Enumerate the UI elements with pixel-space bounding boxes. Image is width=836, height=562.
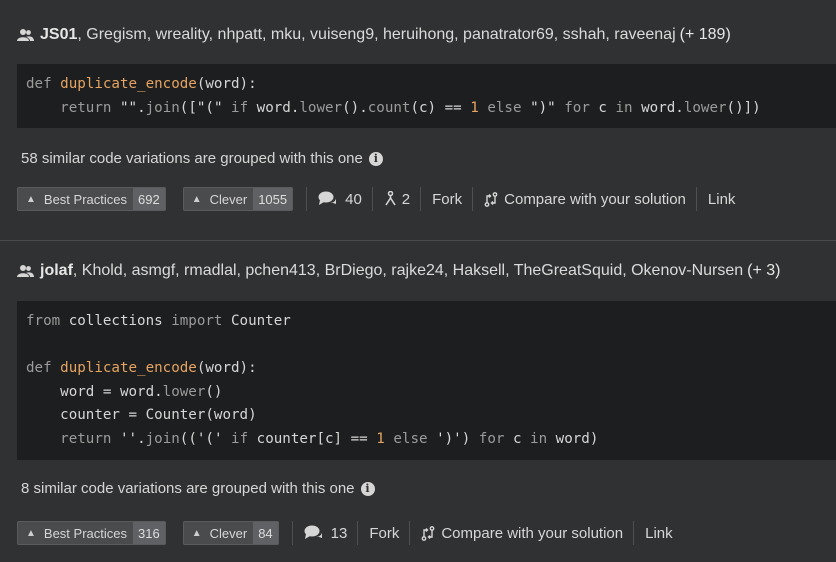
permalink[interactable]: Link	[708, 191, 736, 208]
info-icon[interactable]: i	[360, 481, 375, 496]
users-icon	[17, 264, 34, 278]
compare-icon	[421, 525, 435, 541]
solution-authors: JS01 , Gregism, wreality, nhpatt, mku, v…	[17, 20, 836, 50]
compare-label: Compare with your solution	[504, 190, 686, 208]
fork-link[interactable]: Fork	[369, 525, 399, 542]
variations-text: 8 similar code variations are grouped wi…	[21, 480, 355, 497]
other-authors: , Gregism, wreality, nhpatt, mku, vuisen…	[77, 26, 676, 43]
best-practices-label: Best Practices	[43, 525, 127, 541]
fork-icon	[385, 191, 396, 206]
comments-count: 13	[330, 524, 348, 542]
caret-up-icon: ▲	[26, 527, 36, 539]
divider	[420, 187, 422, 211]
code-block: def duplicate_encode(word): return "".jo…	[17, 64, 836, 128]
users-icon	[17, 28, 34, 42]
compare-link[interactable]: Compare with your solution	[484, 191, 686, 208]
comments-link[interactable]: 40	[318, 191, 362, 208]
info-icon[interactable]: i	[368, 151, 383, 166]
more-authors-link[interactable]: (+ 3)	[747, 262, 780, 280]
best-practices-button[interactable]: ▲ Best Practices 692	[17, 187, 166, 211]
divider	[472, 187, 474, 211]
divider	[306, 187, 308, 211]
clever-count: 84	[253, 522, 278, 544]
forks-count: 2	[401, 190, 411, 208]
compare-label: Compare with your solution	[441, 524, 624, 542]
divider	[409, 521, 411, 545]
caret-up-icon: ▲	[191, 193, 202, 205]
solution-divider	[0, 240, 836, 241]
solution-actions: ▲ Best Practices 316 ▲ Clever 84 13 Fork C…	[17, 521, 836, 545]
compare-link[interactable]: Compare with your solution	[421, 525, 623, 542]
variations-note: 58 similar code variations are grouped w…	[17, 150, 836, 167]
clever-label: Clever	[209, 191, 248, 207]
divider	[695, 187, 697, 211]
clever-count: 1055	[253, 188, 293, 210]
more-authors-link[interactable]: (+ 189)	[680, 26, 731, 44]
compare-icon	[484, 191, 498, 207]
variations-text: 58 similar code variations are grouped w…	[21, 150, 363, 167]
solution-actions: ▲ Best Practices 692 ▲ Clever 1055 40 2 Fo…	[17, 187, 836, 211]
clever-button[interactable]: ▲ Clever 1055	[182, 187, 294, 211]
solution-card-2: jolaf , Khold, asmgf, rmadlal, pchen413,…	[17, 256, 836, 545]
comments-icon	[304, 525, 322, 539]
fork-link[interactable]: Fork	[432, 191, 462, 208]
comments-link[interactable]: 13	[304, 524, 348, 542]
lead-author-link[interactable]: jolaf	[40, 262, 73, 280]
other-authors: , Khold, asmgf, rmadlal, pchen413, BrDie…	[72, 262, 744, 279]
lead-author-link[interactable]: JS01	[40, 26, 77, 44]
divider	[357, 521, 359, 545]
best-practices-count: 316	[133, 522, 165, 544]
best-practices-label: Best Practices	[43, 191, 127, 207]
solution-authors: jolaf , Khold, asmgf, rmadlal, pchen413,…	[17, 256, 836, 286]
comments-count: 40	[345, 190, 362, 208]
caret-up-icon: ▲	[191, 527, 202, 539]
forks-count-link[interactable]: 2	[384, 191, 410, 208]
clever-label: Clever	[209, 525, 248, 541]
variations-note: 8 similar code variations are grouped wi…	[17, 480, 836, 497]
solution-card-1: JS01 , Gregism, wreality, nhpatt, mku, v…	[17, 20, 836, 211]
divider	[633, 521, 635, 545]
divider	[291, 521, 293, 545]
permalink[interactable]: Link	[645, 525, 673, 542]
code-block: from collections import Counter def dupl…	[17, 301, 836, 460]
best-practices-count: 692	[133, 188, 165, 210]
best-practices-button[interactable]: ▲ Best Practices 316	[17, 521, 166, 545]
clever-button[interactable]: ▲ Clever 84	[182, 521, 279, 545]
divider	[371, 187, 373, 211]
caret-up-icon: ▲	[26, 193, 36, 205]
comments-icon	[318, 191, 337, 205]
